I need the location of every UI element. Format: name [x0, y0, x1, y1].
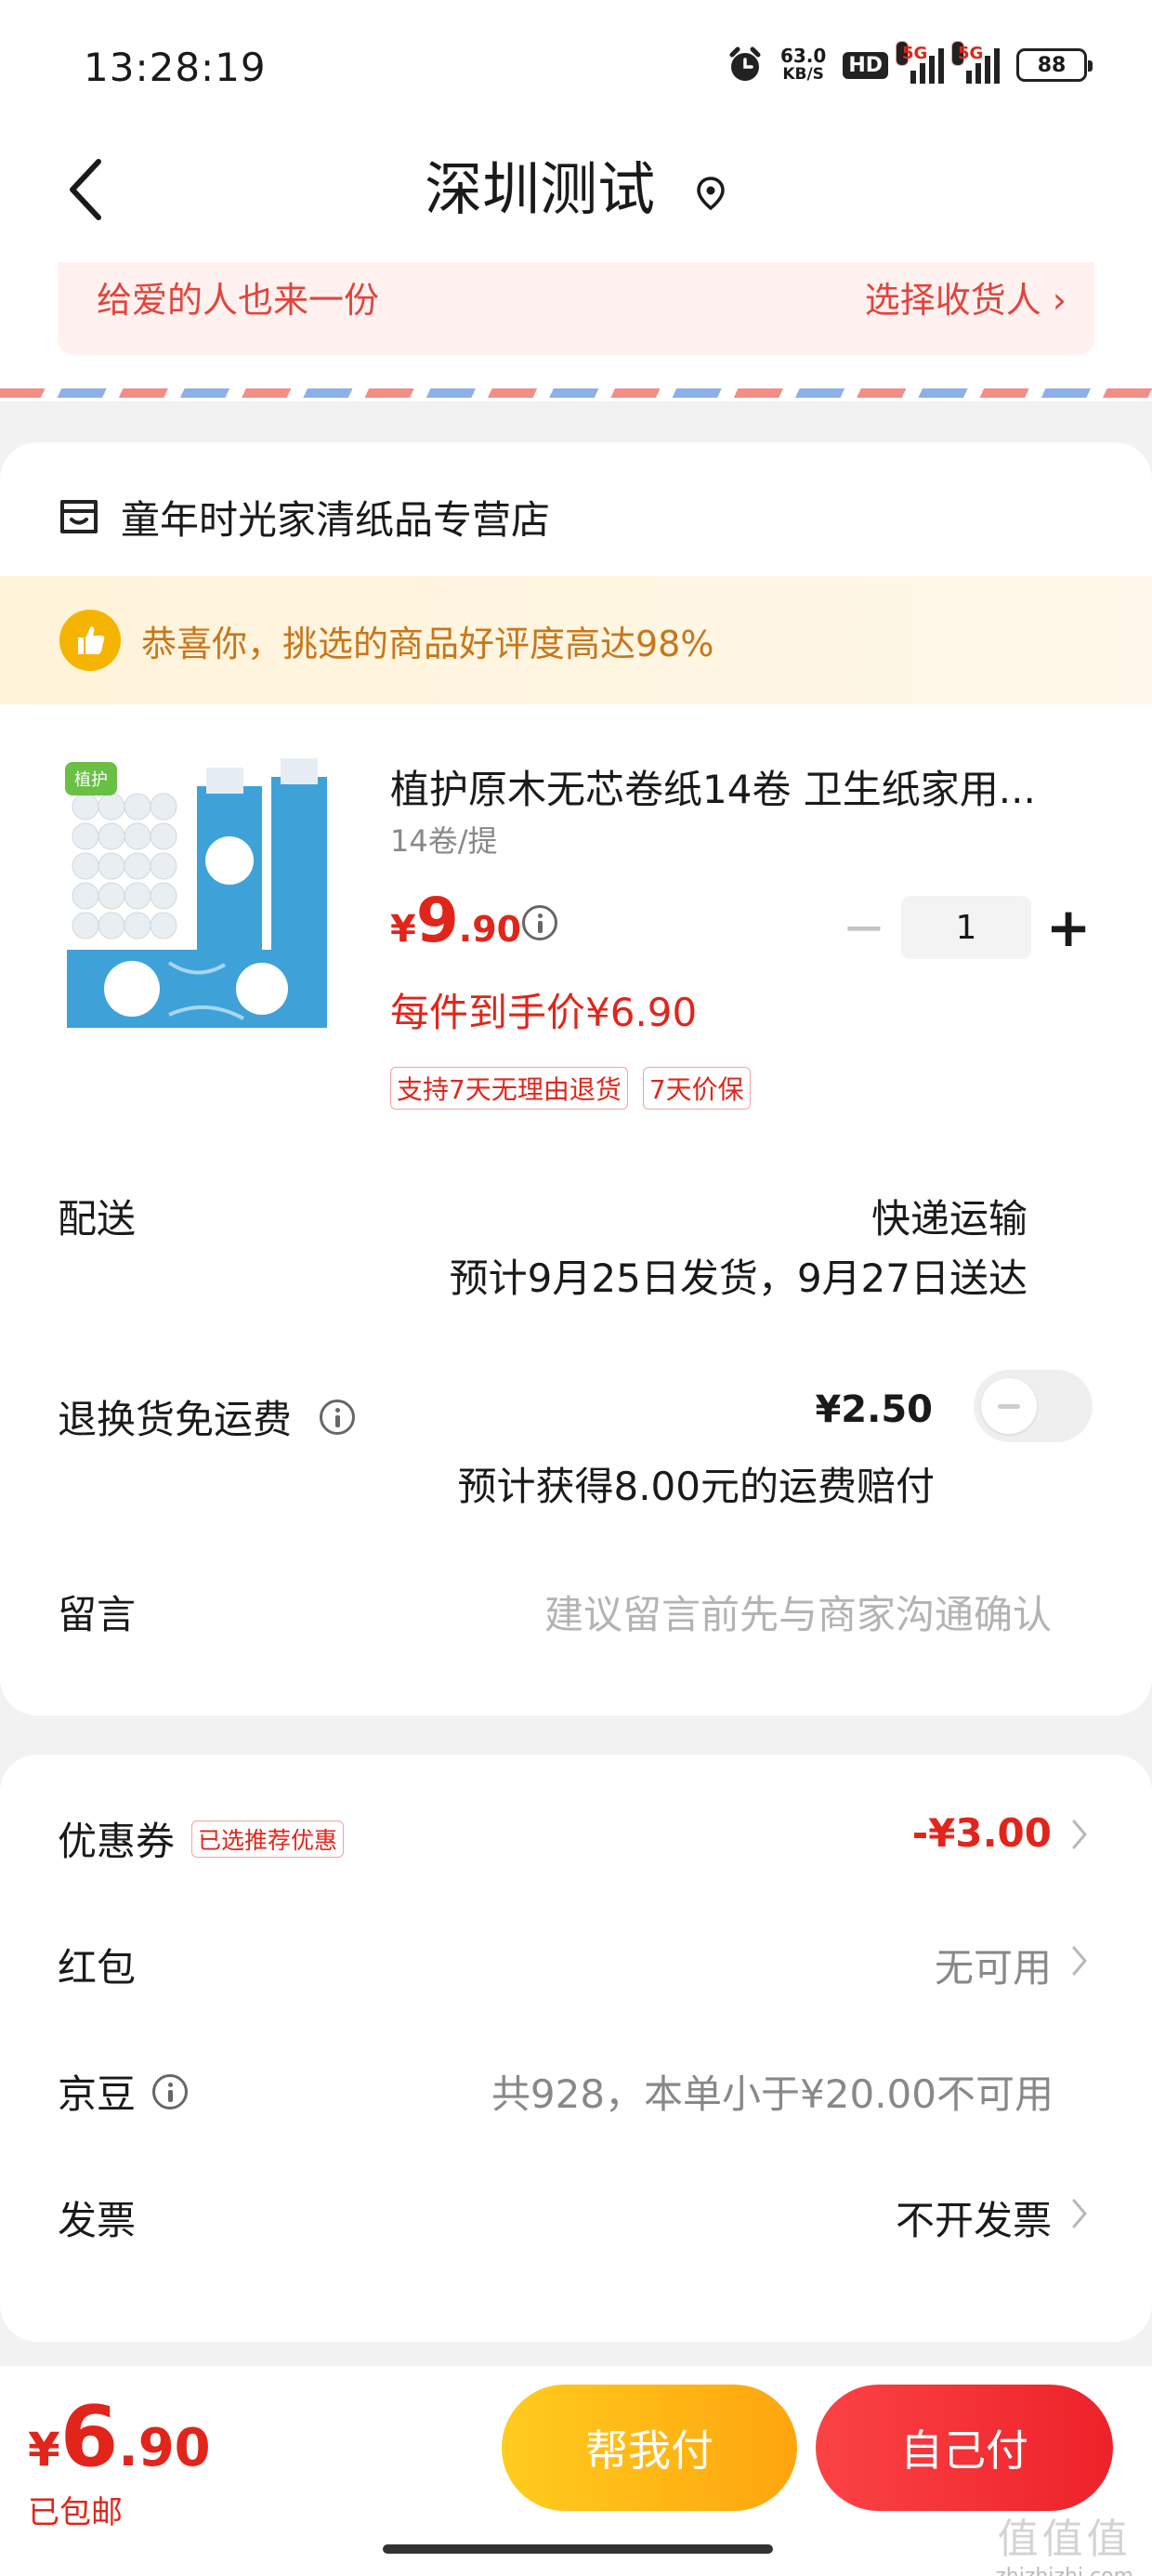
battery-icon: 88: [1016, 48, 1093, 82]
chevron-right-icon: [1072, 1946, 1087, 1976]
order-card: 童年时光家清纸品专营店 恭喜你，挑选的商品好评度高达98% 植护 植护原木无芯卷…: [0, 442, 1152, 1715]
coupon-badge: 已选推荐优惠: [191, 1820, 345, 1858]
watermark: 值值值 zhizhizhi.com: [995, 2505, 1133, 2576]
service-tags: 支持7天无理由退货 7天价保: [390, 1067, 751, 1110]
praise-text: 恭喜你，挑选的商品好评度高达98%: [141, 624, 714, 664]
signal-5g-label: 5G: [896, 41, 927, 66]
total-integer: 6: [59, 2388, 119, 2486]
remark-input[interactable]: 建议留言前先与商家沟通确认: [544, 1584, 1052, 1640]
coupon-label-group: 优惠券 已选推荐优惠: [58, 1810, 345, 1867]
invoice-row[interactable]: 发票 不开发票: [0, 2175, 1152, 2258]
tag-price-protect: 7天价保: [642, 1067, 751, 1110]
jingdou-value: 共928，本单小于¥20.00不可用: [491, 2071, 1054, 2117]
price-decimal: .90: [458, 909, 522, 950]
store-header[interactable]: 童年时光家清纸品专营店: [58, 489, 550, 545]
help-pay-button[interactable]: 帮我付: [502, 2385, 797, 2511]
invoice-label: 发票: [58, 2198, 137, 2243]
hand-price: 每件到手价¥6.90: [390, 990, 698, 1035]
product-brand-text: 植护: [74, 770, 108, 790]
delivery-label: 配送: [58, 1196, 137, 1242]
return-freight-price: ¥2.50: [815, 1388, 933, 1431]
price-integer: 9: [415, 885, 459, 956]
quantity-input[interactable]: 1: [901, 896, 1031, 959]
quantity-stepper: − 1 +: [836, 894, 1096, 961]
store-icon: [60, 500, 98, 533]
delivery-estimate: 预计9月25日发货，9月27日送达: [449, 1255, 1028, 1301]
signal-icon: 5G: [896, 41, 944, 84]
network-speed-value: 63.0: [779, 45, 827, 67]
jingdou-label: 京豆: [58, 2071, 137, 2117]
envelope-stripe: [0, 388, 1152, 398]
nav-bar: 深圳测试: [0, 130, 1152, 251]
return-freight-sub: 预计获得8.00元的运费赔付: [457, 1464, 935, 1509]
status-icons: 63.0 KB/S HD 5G 5G 88: [727, 41, 1093, 87]
chevron-right-icon: [1072, 2199, 1087, 2228]
total-currency: ¥: [28, 2423, 60, 2477]
alarm-icon: [729, 46, 761, 81]
product-spec: 14卷/提: [390, 823, 498, 859]
chevron-right-icon: [1072, 1820, 1087, 1849]
signal-icon-2: 5G: [951, 41, 1000, 84]
free-shipping-label: 已包邮: [28, 2494, 123, 2531]
return-freight-label: 退换货免运费: [58, 1397, 293, 1442]
gift-text: 给爱的人也来一份: [97, 280, 380, 321]
increase-button[interactable]: +: [1041, 894, 1096, 961]
location-pin-icon[interactable]: [694, 175, 727, 212]
self-pay-button[interactable]: 自己付: [816, 2385, 1113, 2511]
return-freight-row: 退换货免运费: [58, 1388, 356, 1445]
product-image[interactable]: 植护: [58, 749, 346, 1037]
product-price: ¥9.90: [390, 885, 521, 956]
return-freight-toggle[interactable]: [974, 1370, 1093, 1442]
coupon-label: 优惠券: [58, 1819, 176, 1864]
redpacket-row[interactable]: 红包 无可用: [0, 1922, 1152, 2005]
network-speed-unit: KB/S: [782, 65, 824, 84]
gift-banner[interactable]: 给爱的人也来一份 选择收货人 ›: [58, 262, 1094, 355]
hd-badge: HD: [843, 51, 888, 79]
checkout-bar: ¥6.90 已包邮 帮我付 自己付 值值值 zhizhizhi.com: [0, 2366, 1152, 2576]
status-time: 13:28:19: [84, 45, 267, 90]
signal-5g-label-2: 5G: [951, 41, 983, 66]
jingdou-info-icon[interactable]: [152, 2073, 189, 2109]
price-currency: ¥: [390, 908, 416, 951]
praise-banner: 恭喜你，挑选的商品好评度高达98%: [0, 576, 1152, 704]
redpacket-value: 无可用: [934, 1945, 1052, 1991]
total-decimal: .90: [118, 2418, 211, 2478]
jingdou-row: 京豆 共928，本单小于¥20.00不可用: [0, 2048, 1152, 2132]
tag-return: 支持7天无理由退货: [390, 1067, 628, 1110]
invoice-value: 不开发票: [895, 2198, 1052, 2243]
address-section: 给爱的人也来一份 选择收货人 ›: [0, 251, 1152, 401]
thumbs-up-icon: [59, 610, 121, 671]
delivery-method[interactable]: 快递运输: [871, 1188, 1028, 1244]
remark-label: 留言: [58, 1592, 137, 1637]
decrease-button[interactable]: −: [836, 894, 892, 961]
toggle-knob: [981, 1378, 1037, 1434]
home-indicator[interactable]: [383, 2544, 773, 2554]
total-price: ¥6.90: [28, 2388, 211, 2486]
store-name[interactable]: 童年时光家清纸品专营店: [121, 489, 550, 545]
product-title[interactable]: 植护原木无芯卷纸14卷 卫生纸家用...: [390, 758, 1096, 815]
watermark-url: zhizhizhi.com: [995, 2565, 1133, 2576]
page-title-text: 深圳测试: [425, 155, 656, 223]
jingdou-label-group: 京豆: [58, 2063, 189, 2120]
select-receiver-link[interactable]: 选择收货人 ›: [865, 271, 1067, 322]
watermark-logo: 值值值: [997, 2516, 1132, 2563]
price-info-icon[interactable]: [522, 905, 557, 940]
coupon-row[interactable]: 优惠券 已选推荐优惠 -¥3.00: [0, 1795, 1152, 1879]
discount-card: 优惠券 已选推荐优惠 -¥3.00 红包 无可用 京豆 共928，本单小于¥20…: [0, 1755, 1152, 2342]
status-bar: 13:28:19 63.0 KB/S HD 5G 5G 88: [0, 0, 1152, 130]
redpacket-label: 红包: [58, 1945, 137, 1991]
network-speed: 63.0 KB/S: [780, 46, 826, 84]
return-info-icon[interactable]: [320, 1399, 356, 1435]
coupon-value: -¥3.00: [911, 1810, 1052, 1856]
page-title[interactable]: 深圳测试: [0, 152, 1152, 227]
